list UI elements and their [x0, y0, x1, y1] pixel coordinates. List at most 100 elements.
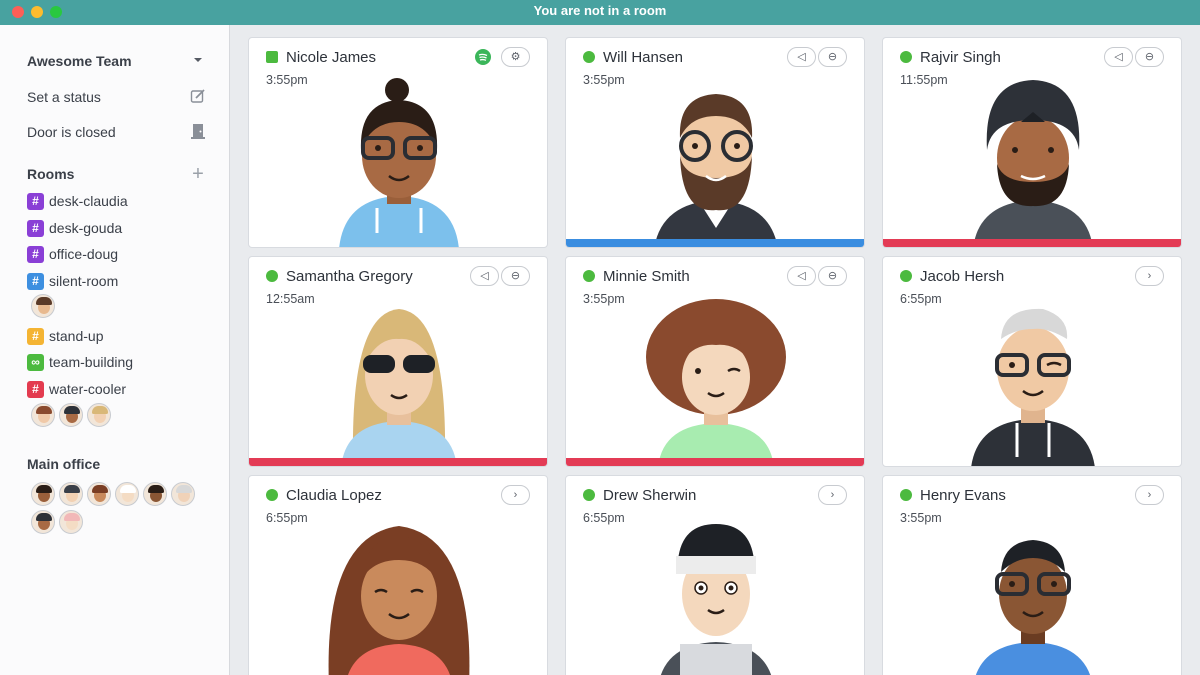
person-name: Rajvir Singh [920, 49, 1001, 66]
online-status-icon [583, 489, 595, 501]
avatar [339, 78, 459, 247]
rooms-heading: Rooms [27, 166, 75, 182]
room-label: stand-up [49, 328, 104, 344]
avatar [660, 524, 772, 675]
chevron-right-icon: › [1147, 270, 1152, 282]
person-card-drew-sherwin[interactable]: Drew Sherwin 6:55pm › [565, 475, 865, 675]
wave-button[interactable]: ◁ [787, 266, 816, 286]
local-time: 3:55pm [266, 73, 308, 87]
join-button[interactable]: ⊖ [501, 266, 530, 286]
person-card-will-hansen[interactable]: Will Hansen 3:55pm ◁ ⊖ [565, 37, 865, 248]
chevron-right-icon: › [830, 489, 835, 501]
avatar [341, 309, 457, 466]
person-card-rajvir-singh[interactable]: Rajvir Singh 11:55pm ◁ ⊖ [882, 37, 1182, 248]
gear-icon: ⚙ [510, 51, 521, 63]
team-selector[interactable]: Awesome Team [27, 50, 207, 72]
person-card-samantha-gregory[interactable]: Samantha Gregory 12:55am ◁ ⊖ [248, 256, 548, 467]
megaphone-icon: ◁ [1114, 51, 1123, 63]
sidebar: Awesome Team Set a status Door is closed… [0, 25, 230, 675]
avatar[interactable] [87, 482, 111, 506]
person-card-nicole-james[interactable]: Nicole James 3:55pm ⚙ [248, 37, 548, 248]
avatar[interactable] [31, 510, 55, 534]
main-office-heading: Main office [27, 456, 101, 472]
hash-icon: # [27, 220, 44, 237]
room-label: water-cooler [49, 381, 127, 397]
local-time: 3:55pm [900, 511, 942, 525]
room-label: desk-claudia [49, 193, 128, 209]
window-title: You are not in a room [533, 3, 667, 18]
online-status-icon [583, 270, 595, 282]
room-label: desk-gouda [49, 220, 123, 236]
online-status-icon [266, 51, 278, 63]
join-button[interactable]: ⊖ [1135, 47, 1164, 67]
room-label: silent-room [49, 273, 119, 289]
online-status-icon [583, 51, 595, 63]
local-time: 3:55pm [583, 292, 625, 306]
door-status-label: Door is closed [27, 124, 116, 140]
room-label: office-doug [49, 246, 119, 262]
room-color-bar [566, 458, 864, 466]
chevron-down-icon [189, 52, 207, 70]
avatar[interactable] [87, 403, 111, 427]
open-profile-button[interactable]: › [818, 485, 847, 505]
enter-icon: ⊖ [827, 51, 838, 63]
avatar[interactable] [31, 403, 55, 427]
set-status-item[interactable]: Set a status [27, 86, 207, 108]
open-profile-button[interactable]: › [501, 485, 530, 505]
avatar [973, 80, 1093, 247]
local-time: 6:55pm [900, 292, 942, 306]
avatar[interactable] [59, 403, 83, 427]
person-card-claudia-lopez[interactable]: Claudia Lopez 6:55pm › [248, 475, 548, 675]
avatar [971, 308, 1095, 466]
enter-icon: ⊖ [510, 270, 521, 282]
edit-icon [189, 88, 207, 106]
local-time: 6:55pm [266, 511, 308, 525]
chevron-right-icon: › [1147, 489, 1152, 501]
avatar [976, 540, 1090, 675]
avatar[interactable] [59, 482, 83, 506]
open-profile-button[interactable]: › [1135, 266, 1164, 286]
person-card-jacob-hersh[interactable]: Jacob Hersh 6:55pm › [882, 256, 1182, 467]
hash-icon: # [27, 381, 44, 398]
avatar [654, 94, 778, 247]
wave-button[interactable]: ◁ [470, 266, 499, 286]
settings-button[interactable]: ⚙ [501, 47, 530, 67]
person-name: Minnie Smith [603, 268, 690, 285]
person-card-minnie-smith[interactable]: Minnie Smith 3:55pm ◁ ⊖ [565, 256, 865, 467]
person-name: Claudia Lopez [286, 487, 382, 504]
local-time: 12:55am [266, 292, 315, 306]
online-status-icon [266, 270, 278, 282]
room-color-bar [883, 239, 1181, 247]
person-card-henry-evans[interactable]: Henry Evans 3:55pm › [882, 475, 1182, 675]
door-status-item[interactable]: Door is closed [27, 121, 207, 143]
megaphone-icon: ◁ [797, 51, 806, 63]
room-color-bar [566, 239, 864, 247]
avatar[interactable] [31, 294, 55, 318]
avatar[interactable] [171, 482, 195, 506]
infinity-icon: ∞ [27, 354, 44, 371]
wave-button[interactable]: ◁ [787, 47, 816, 67]
room-color-bar [249, 458, 547, 466]
spotify-icon[interactable] [475, 49, 491, 65]
open-profile-button[interactable]: › [1135, 485, 1164, 505]
team-name: Awesome Team [27, 53, 132, 69]
person-name: Will Hansen [603, 49, 684, 66]
avatar[interactable] [115, 482, 139, 506]
join-button[interactable]: ⊖ [818, 266, 847, 286]
person-name: Drew Sherwin [603, 487, 697, 504]
hash-icon: # [27, 328, 44, 345]
local-time: 11:55pm [900, 73, 948, 87]
wave-button[interactable]: ◁ [1104, 47, 1133, 67]
avatar[interactable] [143, 482, 167, 506]
enter-icon: ⊖ [1144, 51, 1155, 63]
room-label: team-building [49, 354, 134, 370]
avatar [328, 526, 470, 675]
avatar[interactable] [31, 482, 55, 506]
person-name: Henry Evans [920, 487, 1006, 504]
avatar [646, 299, 786, 466]
megaphone-icon: ◁ [797, 270, 806, 282]
add-room-icon[interactable]: + [189, 164, 207, 184]
join-button[interactable]: ⊖ [818, 47, 847, 67]
avatar[interactable] [59, 510, 83, 534]
rooms-header: Rooms + [27, 163, 207, 185]
